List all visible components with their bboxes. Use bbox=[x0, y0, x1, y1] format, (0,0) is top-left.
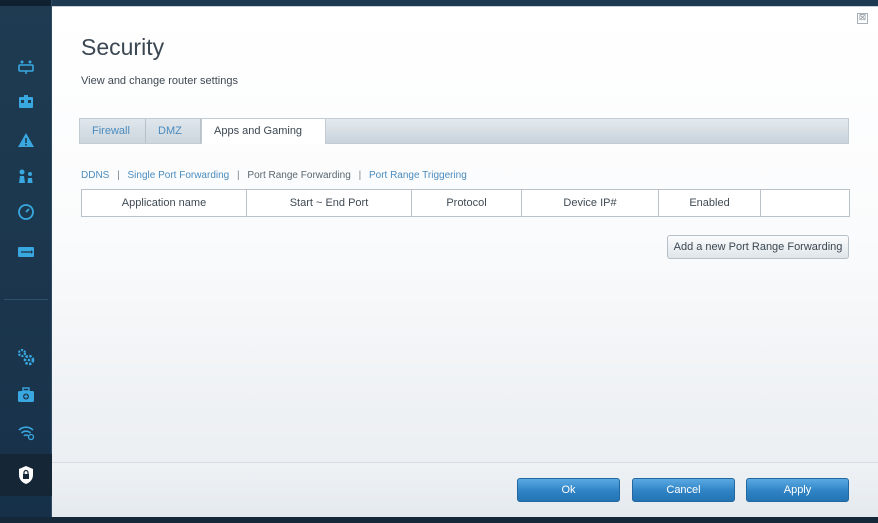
subnav-separator: | bbox=[117, 170, 120, 181]
tab-firewall[interactable]: Firewall bbox=[80, 119, 146, 143]
subnav-port-range-forwarding: Port Range Forwarding bbox=[247, 170, 351, 181]
wireless-icon bbox=[18, 426, 35, 441]
sidebar-item-alerts[interactable] bbox=[0, 124, 52, 156]
security-lock-icon bbox=[19, 466, 33, 484]
cancel-button[interactable]: Cancel bbox=[632, 478, 735, 502]
main-window: ⊠ Security View and change router settin… bbox=[52, 6, 878, 518]
page-subtitle: View and change router settings bbox=[81, 75, 238, 87]
speed-test-icon bbox=[18, 204, 34, 220]
parental-controls-icon bbox=[19, 169, 33, 183]
ok-button[interactable]: Ok bbox=[517, 478, 620, 502]
sidebar-divider bbox=[4, 299, 48, 300]
column-header-actions bbox=[761, 190, 849, 216]
subnav-separator: | bbox=[237, 170, 240, 181]
router-icon bbox=[19, 95, 33, 108]
sidebar-item-wireless[interactable] bbox=[0, 416, 52, 448]
sidebar-item-speed-test[interactable] bbox=[0, 196, 52, 228]
subnav-separator: | bbox=[358, 170, 362, 181]
close-icon[interactable]: ⊠ bbox=[857, 13, 868, 24]
tab-dmz[interactable]: DMZ bbox=[146, 119, 201, 143]
sidebar-item-settings[interactable] bbox=[0, 341, 52, 373]
sidebar-item-security[interactable] bbox=[0, 454, 59, 496]
sidebar-item-parental-controls[interactable] bbox=[0, 160, 52, 192]
network-map-icon bbox=[18, 60, 34, 74]
subnav-single-port-forwarding[interactable]: Single Port Forwarding bbox=[128, 170, 230, 181]
add-port-range-forwarding-button[interactable]: Add a new Port Range Forwarding bbox=[667, 235, 849, 259]
subnav-port-range-triggering[interactable]: Port Range Triggering bbox=[369, 170, 467, 181]
footer: Ok Cancel Apply bbox=[52, 462, 878, 518]
toolbox-icon bbox=[18, 387, 34, 402]
page-title: Security bbox=[81, 34, 165, 60]
column-header-enabled: Enabled bbox=[659, 190, 761, 216]
sidebar-top-bar bbox=[0, 0, 51, 6]
sidebar-item-usb-storage[interactable] bbox=[0, 236, 52, 268]
bottom-strip bbox=[0, 517, 878, 523]
sidebar-item-router[interactable] bbox=[0, 86, 52, 118]
tab-apps-and-gaming[interactable]: Apps and Gaming bbox=[201, 119, 326, 144]
column-header-start-end-port: Start ~ End Port bbox=[247, 190, 412, 216]
warning-icon bbox=[18, 133, 34, 147]
tab-bar: Firewall DMZ Apps and Gaming bbox=[79, 118, 849, 144]
usb-storage-icon bbox=[18, 247, 34, 257]
port-range-forwarding-table: Application name Start ~ End Port Protoc… bbox=[81, 189, 850, 217]
sidebar-item-troubleshooting[interactable] bbox=[0, 379, 52, 411]
sidebar bbox=[0, 0, 59, 523]
subnav-ddns[interactable]: DDNS bbox=[81, 170, 109, 181]
column-header-application-name: Application name bbox=[82, 190, 247, 216]
subnav: DDNS | Single Port Forwarding | Port Ran… bbox=[81, 170, 467, 181]
column-header-device-ip: Device IP# bbox=[522, 190, 659, 216]
sidebar-item-network-map[interactable] bbox=[0, 51, 52, 83]
apply-button[interactable]: Apply bbox=[746, 478, 849, 502]
settings-gears-icon bbox=[17, 348, 35, 366]
column-header-protocol: Protocol bbox=[412, 190, 522, 216]
